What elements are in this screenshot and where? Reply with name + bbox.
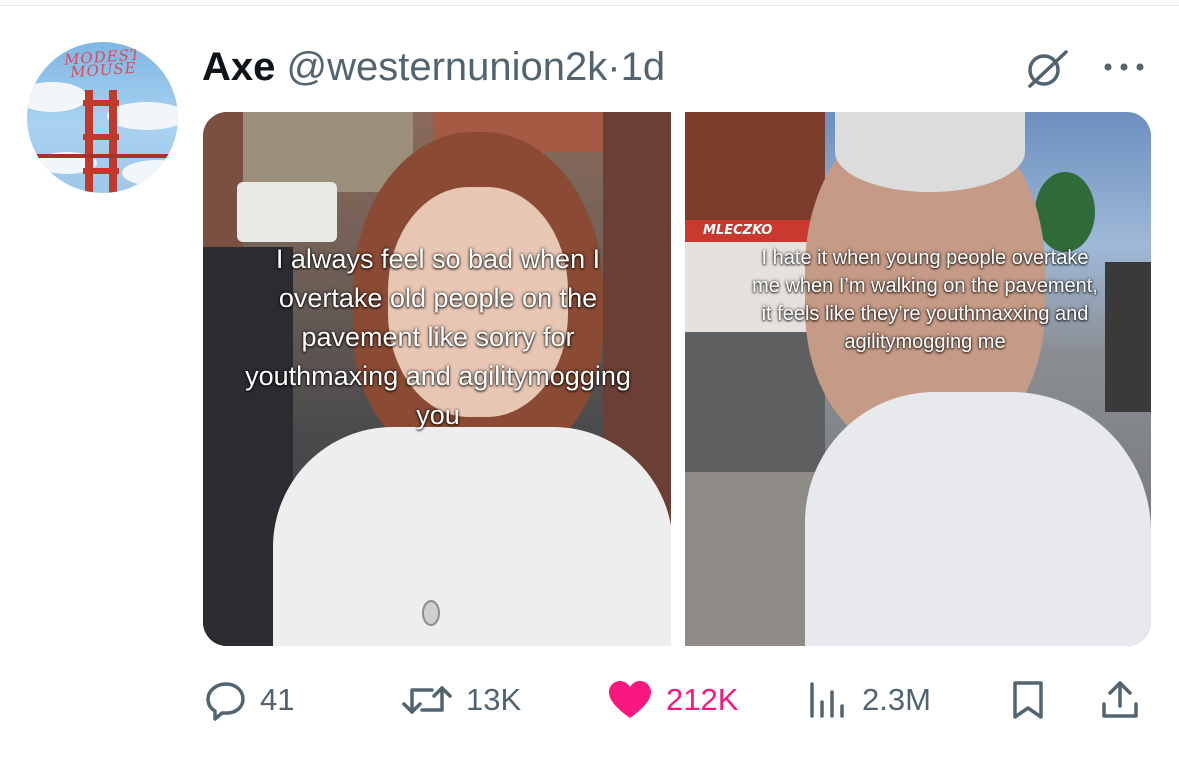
pedestrian (1105, 262, 1151, 412)
white-van (237, 182, 337, 242)
avatar-cloud (107, 102, 178, 130)
avatar[interactable]: MODEST MOUSE (27, 42, 178, 193)
tree (1035, 172, 1095, 252)
avatar-logo-text: MODEST MOUSE (63, 45, 142, 82)
grok-button[interactable] (1022, 46, 1070, 90)
media-image-left[interactable]: I always feel so bad when I overtake old… (203, 112, 671, 646)
shop-sign: MLECZKO (703, 223, 773, 238)
repost-count: 13K (466, 682, 522, 717)
left-caption: I always feel so bad when I overtake old… (245, 244, 631, 430)
separator-dot: · (607, 45, 621, 89)
bridge-crossbeam (83, 168, 119, 174)
media-image-right[interactable]: MLECZKO I hate it when young people over… (685, 112, 1151, 646)
repost-button[interactable]: 13K (400, 670, 521, 730)
bridge-crossbeam (83, 100, 119, 106)
right-caption: I hate it when young people overtake me … (752, 247, 1098, 353)
views-button[interactable]: 2.3M (806, 670, 931, 730)
action-bar: 41 13K 212K 2.3M (0, 670, 1179, 730)
top-divider (0, 5, 1179, 6)
share-icon (1102, 681, 1138, 718)
post-header: Axe @westernunion2k·1d (202, 44, 665, 90)
more-button[interactable] (1100, 52, 1148, 82)
bridge-deck (27, 154, 178, 158)
more-icon (1104, 63, 1144, 71)
like-button[interactable]: 212K (606, 670, 738, 730)
reply-icon (206, 682, 245, 721)
white-shirt (805, 392, 1151, 646)
reply-count: 41 (260, 682, 295, 717)
views-icon (810, 682, 844, 718)
grey-hair (835, 112, 1025, 192)
author-name[interactable]: Axe (202, 45, 275, 89)
bookmark-button[interactable] (1010, 670, 1046, 730)
share-button[interactable] (1098, 670, 1142, 730)
view-count: 2.3M (862, 682, 931, 717)
necklace-pendant (422, 600, 440, 626)
grok-icon (1028, 50, 1068, 88)
author-handle[interactable]: @westernunion2k (287, 45, 608, 89)
reply-button[interactable]: 41 (204, 670, 294, 730)
bridge-crossbeam (83, 134, 119, 140)
avatar-cloud (27, 82, 87, 112)
post-media[interactable]: I always feel so bad when I overtake old… (203, 112, 1151, 646)
white-shirt (273, 427, 671, 646)
avatar-cloud (122, 160, 178, 186)
repost-icon (402, 686, 452, 714)
bookmark-icon (1013, 681, 1043, 719)
post-time[interactable]: 1d (621, 45, 666, 89)
like-count: 212K (666, 682, 739, 717)
like-icon (609, 681, 651, 718)
